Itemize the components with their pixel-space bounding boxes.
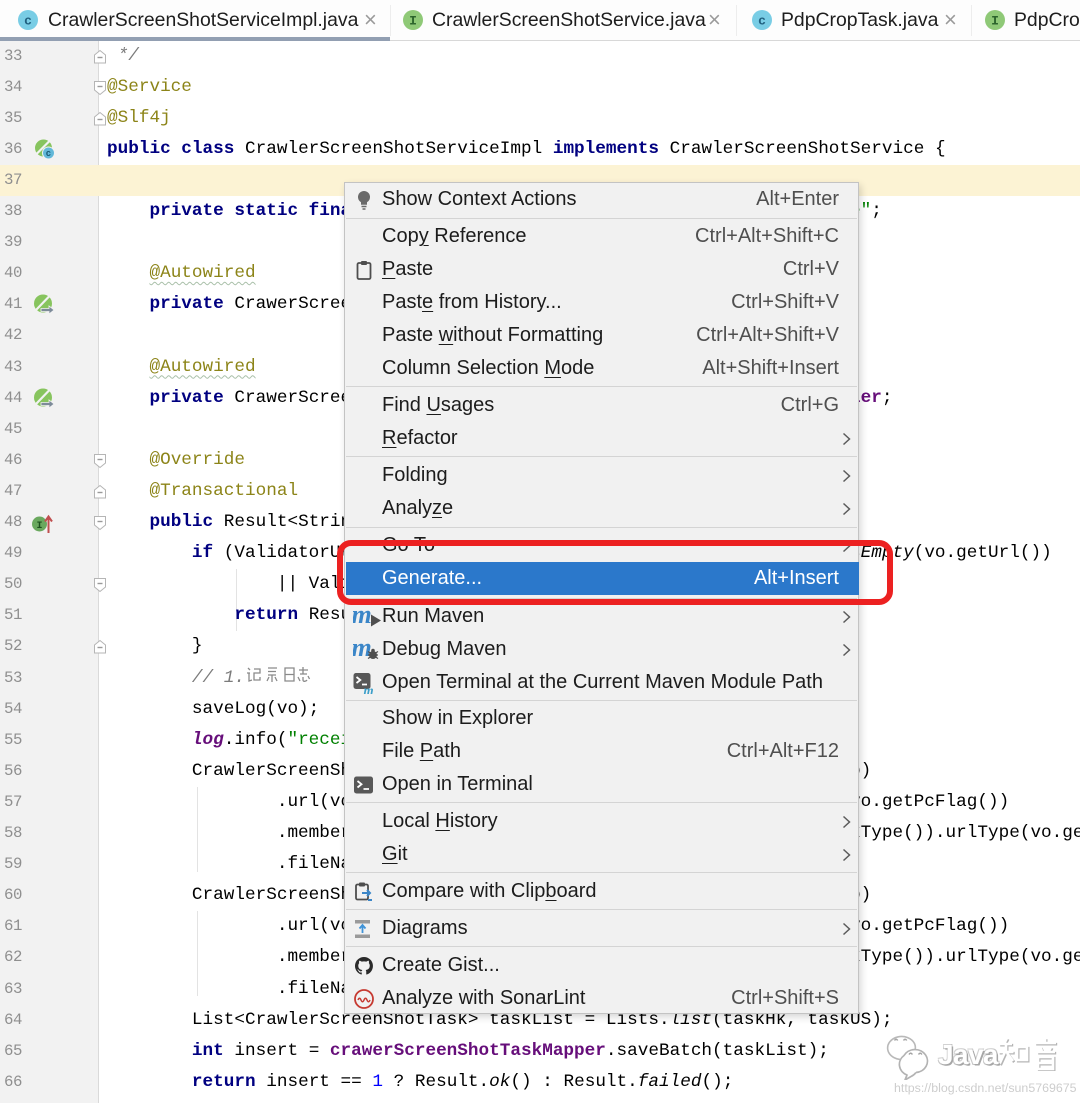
svg-text:c: c — [46, 149, 51, 159]
svg-text:I: I — [36, 521, 42, 532]
svg-text:I: I — [991, 14, 999, 29]
svg-text:c: c — [758, 14, 766, 29]
svg-text:c: c — [24, 14, 32, 29]
svg-text:I: I — [409, 14, 417, 29]
svg-text:m: m — [353, 606, 372, 628]
svg-text:m: m — [363, 682, 373, 694]
